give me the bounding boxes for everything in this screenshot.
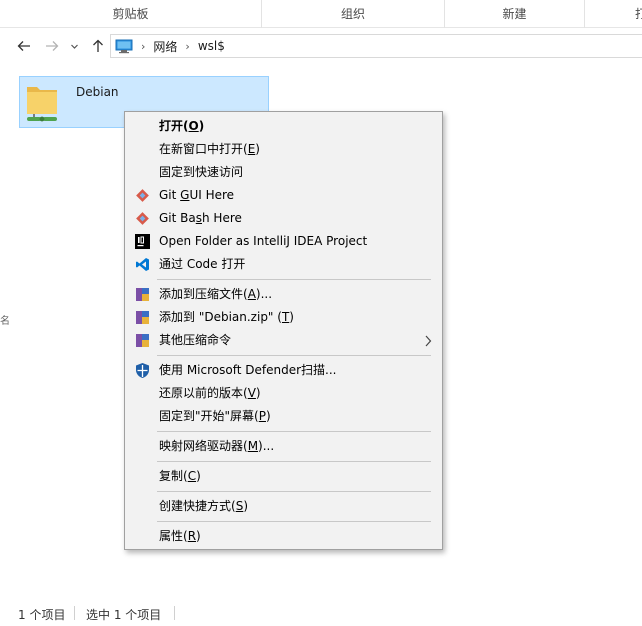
breadcrumb-wsl[interactable]: wsl$ — [198, 39, 225, 53]
folder-label: Debian — [76, 85, 119, 99]
arrow-left-icon — [17, 41, 30, 51]
menu-separator — [157, 279, 431, 280]
git-gui-icon — [136, 189, 149, 202]
network-folder-icon — [27, 87, 57, 122]
status-divider — [174, 606, 175, 620]
breadcrumb-separator[interactable]: › — [141, 40, 145, 53]
winrar-icon — [136, 311, 149, 324]
chevron-down-icon — [70, 44, 78, 49]
up-button[interactable] — [88, 36, 108, 56]
navigation-bar: › 网络 › wsl$ — [0, 28, 642, 64]
breadcrumb-separator[interactable]: › — [185, 40, 189, 53]
menu-item-pin-quick-access[interactable]: 固定到快速访问 — [127, 161, 440, 184]
menu-item-intellij[interactable]: Open Folder as IntelliJ IDEA Project — [127, 230, 440, 253]
ribbon-group-open: 打 — [635, 7, 642, 21]
back-button[interactable] — [14, 36, 34, 56]
menu-item-restore-versions[interactable]: 还原以前的版本(V) — [127, 382, 440, 405]
status-bar: 1 个项目 选中 1 个项目 — [0, 600, 642, 626]
menu-item-map-drive[interactable]: 映射网络驱动器(M)... — [127, 435, 440, 458]
vscode-icon — [136, 258, 149, 271]
context-menu: 打开(O) 在新窗口中打开(E) 固定到快速访问 Git GUI Here Gi… — [124, 111, 443, 550]
forward-button[interactable] — [42, 36, 62, 56]
menu-separator — [157, 431, 431, 432]
item-count: 1 个项目 — [18, 608, 66, 622]
winrar-icon — [136, 334, 149, 347]
arrow-up-icon — [93, 39, 103, 52]
menu-item-other-compress[interactable]: 其他压缩命令 — [127, 329, 440, 352]
recent-locations-button[interactable] — [67, 36, 81, 56]
breadcrumb-network[interactable]: 网络 — [153, 38, 177, 55]
menu-separator — [157, 461, 431, 462]
menu-separator — [157, 521, 431, 522]
address-bar[interactable]: › 网络 › wsl$ — [110, 34, 642, 58]
menu-item-add-zip[interactable]: 添加到 "Debian.zip" (T) — [127, 306, 440, 329]
defender-shield-icon — [136, 363, 149, 378]
menu-item-git-gui[interactable]: Git GUI Here — [127, 184, 440, 207]
menu-item-vscode[interactable]: 通过 Code 打开 — [127, 253, 440, 276]
menu-item-create-shortcut[interactable]: 创建快捷方式(S) — [127, 495, 440, 518]
menu-item-open[interactable]: 打开(O) — [127, 115, 440, 138]
arrow-right-icon — [46, 41, 59, 51]
menu-separator — [157, 355, 431, 356]
menu-item-copy[interactable]: 复制(C) — [127, 465, 440, 488]
menu-item-git-bash[interactable]: Git Bash Here — [127, 207, 440, 230]
network-icon — [115, 39, 133, 54]
ribbon-group-new: 新建 — [445, 0, 585, 28]
winrar-icon — [136, 288, 149, 301]
menu-item-pin-start[interactable]: 固定到"开始"屏幕(P) — [127, 405, 440, 428]
ribbon-group-organize: 组织 — [262, 0, 445, 28]
submenu-arrow-icon — [424, 329, 432, 355]
status-divider — [74, 606, 75, 620]
menu-item-defender[interactable]: 使用 Microsoft Defender扫描... — [127, 359, 440, 382]
intellij-icon — [135, 234, 150, 249]
menu-separator — [157, 491, 431, 492]
column-header-fragment: 名 — [0, 316, 10, 327]
ribbon-group-bar: 剪贴板 组织 新建 打 — [0, 0, 642, 28]
ribbon-group-clipboard: 剪贴板 — [0, 0, 262, 28]
menu-item-open-new-window[interactable]: 在新窗口中打开(E) — [127, 138, 440, 161]
menu-item-add-archive[interactable]: 添加到压缩文件(A)... — [127, 283, 440, 306]
selection-count: 选中 1 个项目 — [86, 608, 162, 622]
git-bash-icon — [136, 212, 149, 225]
menu-item-properties[interactable]: 属性(R) — [127, 525, 440, 548]
